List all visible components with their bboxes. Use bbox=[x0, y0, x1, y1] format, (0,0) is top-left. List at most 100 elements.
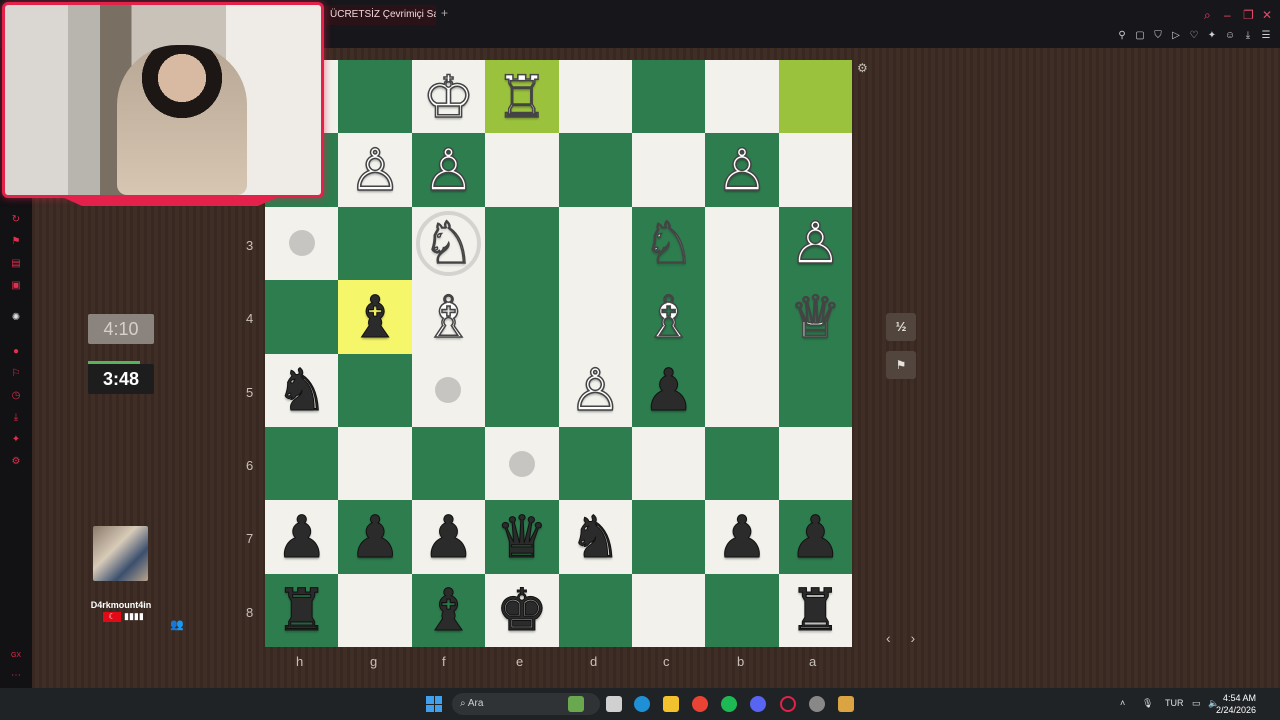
board-square[interactable]: ♔ bbox=[411, 60, 486, 134]
minimize-icon[interactable]: – bbox=[1224, 8, 1231, 22]
board-square[interactable] bbox=[338, 426, 412, 501]
black-piece[interactable]: ♞ bbox=[275, 361, 328, 420]
board-square[interactable] bbox=[558, 280, 632, 354]
black-piece[interactable]: ♟ bbox=[422, 507, 475, 566]
board-square[interactable] bbox=[558, 573, 632, 647]
board-square[interactable] bbox=[558, 426, 632, 501]
board-square[interactable] bbox=[631, 426, 706, 501]
board-square[interactable] bbox=[411, 426, 486, 501]
move-hint-dot[interactable] bbox=[508, 450, 535, 477]
board-square[interactable] bbox=[338, 60, 412, 134]
board-square[interactable] bbox=[485, 280, 559, 354]
gx-icon[interactable]: GX bbox=[10, 650, 22, 662]
offer-draw-button[interactable]: ½ bbox=[886, 313, 916, 341]
messenger-icon[interactable]: ▣ bbox=[10, 280, 22, 292]
board-square[interactable] bbox=[558, 60, 632, 134]
board-square[interactable]: ♙ bbox=[778, 206, 852, 281]
white-piece[interactable]: ♖ bbox=[495, 67, 549, 127]
board-square[interactable]: ♟ bbox=[338, 500, 412, 574]
board-square[interactable]: ♞ bbox=[265, 353, 339, 427]
board-square[interactable] bbox=[338, 573, 412, 647]
board-square[interactable] bbox=[778, 60, 852, 134]
black-piece[interactable]: ♚ bbox=[495, 581, 548, 640]
board-square[interactable] bbox=[485, 206, 559, 281]
white-piece[interactable]: ♙ bbox=[348, 140, 402, 200]
steam-icon[interactable] bbox=[809, 696, 825, 712]
board-square[interactable] bbox=[558, 206, 632, 281]
white-piece[interactable]: ♕ bbox=[789, 287, 843, 347]
microphone-icon[interactable]: 🎙 bbox=[1142, 698, 1153, 709]
board-square[interactable]: ♙ bbox=[411, 133, 486, 207]
display-icon[interactable]: ▭ bbox=[1192, 698, 1201, 709]
history-icon[interactable]: ◷ bbox=[10, 390, 22, 402]
refresh-icon[interactable]: ↻ bbox=[10, 214, 22, 226]
download-icon[interactable]: ⤓ bbox=[1242, 30, 1254, 42]
browser-tab[interactable]: ÜCRETSİZ Çevrimiçi Satranç bbox=[326, 5, 436, 25]
opponent-name[interactable]: D4rkmount4in bbox=[78, 600, 164, 610]
board-square[interactable] bbox=[705, 573, 779, 647]
chat-icon[interactable]: ▤ bbox=[10, 258, 22, 270]
black-piece[interactable]: ♝ bbox=[422, 581, 475, 640]
board-square[interactable] bbox=[631, 133, 706, 207]
board-square[interactable]: ♗ bbox=[411, 280, 486, 354]
play-icon[interactable]: ▷ bbox=[1170, 30, 1182, 42]
heart-icon[interactable]: ♡ bbox=[1188, 30, 1200, 42]
board-square[interactable]: ♜ bbox=[265, 573, 339, 647]
obs-icon[interactable] bbox=[838, 696, 854, 712]
white-piece[interactable]: ♙ bbox=[789, 214, 843, 274]
move-navigation[interactable]: ‹ › bbox=[886, 630, 923, 646]
board-settings-icon[interactable]: ⚙ bbox=[857, 61, 868, 75]
system-clock[interactable]: 4:54 AM 2/24/2026 bbox=[1216, 692, 1256, 716]
board-square[interactable]: ♚ bbox=[485, 573, 559, 647]
new-tab-button[interactable]: + bbox=[441, 6, 448, 20]
board-square[interactable] bbox=[631, 60, 706, 134]
bookmark-icon[interactable]: ⚐ bbox=[10, 368, 22, 380]
board-square[interactable]: ♖ bbox=[485, 60, 559, 134]
board-square[interactable] bbox=[485, 133, 559, 207]
ai-icon[interactable]: ✺ bbox=[10, 312, 22, 324]
white-piece[interactable]: ♙ bbox=[715, 140, 769, 200]
board-square[interactable] bbox=[485, 426, 559, 501]
maximize-icon[interactable]: ❐ bbox=[1243, 8, 1254, 22]
close-icon[interactable]: ✕ bbox=[1262, 8, 1272, 22]
menu-icon[interactable]: ☰ bbox=[1260, 30, 1272, 42]
board-square[interactable]: ♟ bbox=[631, 353, 706, 427]
board-square[interactable] bbox=[778, 426, 852, 501]
search-icon[interactable]: ⌕ bbox=[1204, 8, 1211, 23]
profile-icon[interactable]: ☺ bbox=[1224, 30, 1236, 42]
board-square[interactable]: ♛ bbox=[485, 500, 559, 574]
extensions-icon[interactable]: ✦ bbox=[10, 434, 22, 446]
board-square[interactable]: ♘ bbox=[631, 206, 706, 281]
settings-icon[interactable]: ⚙ bbox=[10, 456, 22, 468]
black-piece[interactable]: ♟ bbox=[275, 507, 328, 566]
board-square[interactable] bbox=[338, 206, 412, 281]
board-square[interactable]: ♞ bbox=[558, 500, 632, 574]
widgets-icon[interactable] bbox=[568, 696, 584, 712]
board-square[interactable] bbox=[265, 206, 339, 281]
extensions-icon[interactable]: ✦ bbox=[1206, 30, 1218, 42]
board-square[interactable] bbox=[485, 353, 559, 427]
black-piece[interactable]: ♜ bbox=[789, 581, 842, 640]
board-square[interactable]: ♙ bbox=[338, 133, 412, 207]
board-square[interactable] bbox=[411, 353, 486, 427]
shield-icon[interactable]: ⛉ bbox=[1152, 30, 1164, 42]
friends-icon[interactable]: 👥 bbox=[170, 618, 184, 631]
board-square[interactable] bbox=[631, 500, 706, 574]
board-square[interactable]: ♟ bbox=[265, 500, 339, 574]
move-hint-dot[interactable] bbox=[288, 230, 315, 257]
board-square[interactable]: ♕ bbox=[778, 280, 852, 354]
edge-icon[interactable] bbox=[634, 696, 650, 712]
black-piece[interactable]: ♟ bbox=[642, 361, 695, 420]
black-piece[interactable]: ♟ bbox=[715, 507, 768, 566]
resign-button[interactable]: ⚑ bbox=[886, 351, 916, 379]
board-square[interactable] bbox=[705, 353, 779, 427]
windows-start-icon[interactable] bbox=[426, 696, 442, 712]
opponent-avatar[interactable] bbox=[93, 526, 148, 581]
downloads-icon[interactable]: ⤓ bbox=[10, 412, 22, 424]
black-piece[interactable]: ♜ bbox=[275, 581, 328, 640]
board-square[interactable]: ♟ bbox=[778, 500, 852, 574]
screenshot-icon[interactable]: ▢ bbox=[1134, 30, 1146, 42]
black-piece[interactable]: ♝ bbox=[349, 287, 402, 346]
discord-icon[interactable] bbox=[750, 696, 766, 712]
board-square[interactable]: ♘ bbox=[411, 206, 486, 281]
